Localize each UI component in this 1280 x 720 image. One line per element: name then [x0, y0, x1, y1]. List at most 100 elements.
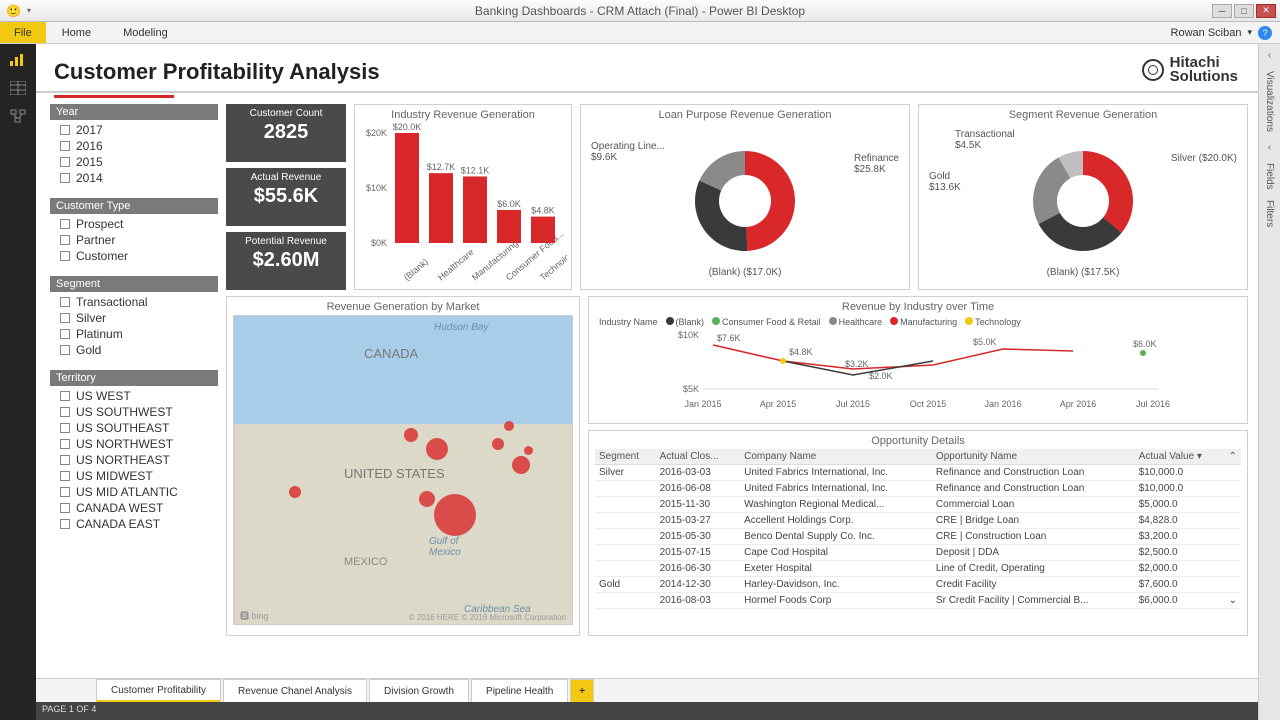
- qat-dropdown[interactable]: ▾: [27, 6, 31, 15]
- table-row[interactable]: 2016-08-03Hormel Foods CorpSr Credit Fac…: [595, 592, 1241, 608]
- expand-pane-icon[interactable]: ‹: [1268, 50, 1271, 61]
- slicer-option[interactable]: 2015: [54, 154, 214, 170]
- slicer-segment[interactable]: SegmentTransactionalSilverPlatinumGold: [50, 276, 218, 360]
- user-name[interactable]: Rowan Sciban: [1171, 27, 1242, 39]
- checkbox-icon[interactable]: [60, 391, 70, 401]
- checkbox-icon[interactable]: [60, 251, 70, 261]
- titlebar: 🙂 ▾ Banking Dashboards - CRM Attach (Fin…: [0, 0, 1280, 22]
- close-button[interactable]: ✕: [1256, 4, 1276, 18]
- slicer-option[interactable]: US NORTHWEST: [54, 436, 214, 452]
- checkbox-icon[interactable]: [60, 297, 70, 307]
- table-row[interactable]: 2015-05-30Benco Dental Supply Co. Inc.CR…: [595, 528, 1241, 544]
- ribbon-tab-home[interactable]: Home: [46, 22, 107, 43]
- legend-item[interactable]: Consumer Food & Retail: [712, 317, 821, 327]
- slicer-option[interactable]: US WEST: [54, 388, 214, 404]
- column-header[interactable]: Actual Value ▾: [1135, 449, 1225, 465]
- table-row[interactable]: 2015-03-27Accellent Holdings Corp.CRE | …: [595, 512, 1241, 528]
- page-tab[interactable]: Division Growth: [369, 679, 469, 702]
- slicer-option[interactable]: US SOUTHWEST: [54, 404, 214, 420]
- maximize-button[interactable]: □: [1234, 4, 1254, 18]
- legend-item[interactable]: Healthcare: [829, 317, 883, 327]
- kpi-card[interactable]: Potential Revenue$2.60M: [226, 232, 346, 290]
- slicer-option[interactable]: US SOUTHEAST: [54, 420, 214, 436]
- slicer-option[interactable]: CANADA EAST: [54, 516, 214, 532]
- model-view-icon[interactable]: [8, 108, 28, 124]
- checkbox-icon[interactable]: [60, 157, 70, 167]
- checkbox-icon[interactable]: [60, 439, 70, 449]
- checkbox-icon[interactable]: [60, 519, 70, 529]
- checkbox-icon[interactable]: [60, 455, 70, 465]
- legend-item[interactable]: (Blank): [666, 317, 705, 327]
- loan-purpose-donut[interactable]: Loan Purpose Revenue Generation Refinanc…: [580, 104, 910, 290]
- checkbox-icon[interactable]: [60, 313, 70, 323]
- checkbox-icon[interactable]: [60, 141, 70, 151]
- column-header[interactable]: Opportunity Name: [932, 449, 1135, 465]
- page-tab[interactable]: Revenue Chanel Analysis: [223, 679, 367, 702]
- checkbox-icon[interactable]: [60, 487, 70, 497]
- table-row[interactable]: Gold2014-12-30Harley-Davidson, Inc.Credi…: [595, 576, 1241, 592]
- revenue-map[interactable]: Revenue Generation by Market CANADA UNIT…: [226, 296, 580, 636]
- checkbox-icon[interactable]: [60, 471, 70, 481]
- filters-pane[interactable]: Filters: [1264, 200, 1275, 227]
- page-tab[interactable]: Customer Profitability: [96, 679, 221, 702]
- app-icon: 🙂: [6, 4, 21, 18]
- user-dropdown-icon[interactable]: ▾: [1247, 27, 1252, 38]
- slicer-option[interactable]: Transactional: [54, 294, 214, 310]
- visualizations-pane[interactable]: Visualizations: [1264, 71, 1275, 132]
- segment-donut[interactable]: Segment Revenue Generation Silver ($20.0…: [918, 104, 1248, 290]
- slicer-option[interactable]: 2016: [54, 138, 214, 154]
- table-row[interactable]: 2015-07-15Cape Cod HospitalDeposit | DDA…: [595, 544, 1241, 560]
- kpi-card[interactable]: Customer Count2825: [226, 104, 346, 162]
- column-header[interactable]: Segment: [595, 449, 656, 465]
- add-page-button[interactable]: +: [570, 679, 594, 702]
- slicer-option[interactable]: US MID ATLANTIC: [54, 484, 214, 500]
- checkbox-icon[interactable]: [60, 235, 70, 245]
- table-row[interactable]: 2016-06-08United Fabrics International, …: [595, 480, 1241, 496]
- kpi-card[interactable]: Actual Revenue$55.6K: [226, 168, 346, 226]
- hitachi-logo-icon: [1142, 59, 1164, 81]
- checkbox-icon[interactable]: [60, 329, 70, 339]
- slicer-territory[interactable]: TerritoryUS WESTUS SOUTHWESTUS SOUTHEAST…: [50, 370, 218, 534]
- legend-item[interactable]: Manufacturing: [890, 317, 957, 327]
- slicer-option[interactable]: CANADA WEST: [54, 500, 214, 516]
- table-row[interactable]: 2015-11-30Washington Regional Medical...…: [595, 496, 1241, 512]
- slicer-option[interactable]: 2017: [54, 122, 214, 138]
- column-header[interactable]: Actual Clos...: [656, 449, 740, 465]
- checkbox-icon[interactable]: [60, 423, 70, 433]
- expand-pane-icon-2[interactable]: ‹: [1268, 142, 1271, 153]
- slicer-option[interactable]: Prospect: [54, 216, 214, 232]
- checkbox-icon[interactable]: [60, 125, 70, 135]
- revenue-over-time-line[interactable]: Revenue by Industry over Time Industry N…: [588, 296, 1248, 424]
- checkbox-icon[interactable]: [60, 503, 70, 513]
- slicer-option[interactable]: Gold: [54, 342, 214, 358]
- checkbox-icon[interactable]: [60, 219, 70, 229]
- scroll-up-icon[interactable]: ⌃: [1225, 449, 1241, 465]
- slicer-option[interactable]: Partner: [54, 232, 214, 248]
- table-row[interactable]: 2016-06-30Exeter HospitalLine of Credit,…: [595, 560, 1241, 576]
- slicer-customer-type[interactable]: Customer TypeProspectPartnerCustomer: [50, 198, 218, 266]
- fields-pane[interactable]: Fields: [1264, 163, 1275, 190]
- slicer-option[interactable]: Platinum: [54, 326, 214, 342]
- checkbox-icon[interactable]: [60, 173, 70, 183]
- slicer-option[interactable]: US NORTHEAST: [54, 452, 214, 468]
- scroll-down-icon[interactable]: ⌄: [1229, 595, 1237, 606]
- slicer-option[interactable]: 2014: [54, 170, 214, 186]
- help-icon[interactable]: ?: [1258, 26, 1272, 40]
- slicer-option[interactable]: US MIDWEST: [54, 468, 214, 484]
- column-header[interactable]: Company Name: [740, 449, 932, 465]
- opportunity-table[interactable]: Opportunity Details SegmentActual Clos..…: [588, 430, 1248, 636]
- minimize-button[interactable]: ─: [1212, 4, 1232, 18]
- slicer-option[interactable]: Customer: [54, 248, 214, 264]
- legend-item[interactable]: Technology: [965, 317, 1021, 327]
- file-menu[interactable]: File: [0, 22, 46, 43]
- checkbox-icon[interactable]: [60, 407, 70, 417]
- checkbox-icon[interactable]: [60, 345, 70, 355]
- slicer-option[interactable]: Silver: [54, 310, 214, 326]
- report-view-icon[interactable]: [8, 52, 28, 68]
- slicer-year[interactable]: Year2017201620152014: [50, 104, 218, 188]
- table-row[interactable]: Silver2016-03-03United Fabrics Internati…: [595, 464, 1241, 480]
- data-view-icon[interactable]: [8, 80, 28, 96]
- ribbon-tab-modeling[interactable]: Modeling: [107, 22, 184, 43]
- page-tab[interactable]: Pipeline Health: [471, 679, 568, 702]
- industry-bar-chart[interactable]: Industry Revenue Generation $0K$10K$20K$…: [354, 104, 572, 290]
